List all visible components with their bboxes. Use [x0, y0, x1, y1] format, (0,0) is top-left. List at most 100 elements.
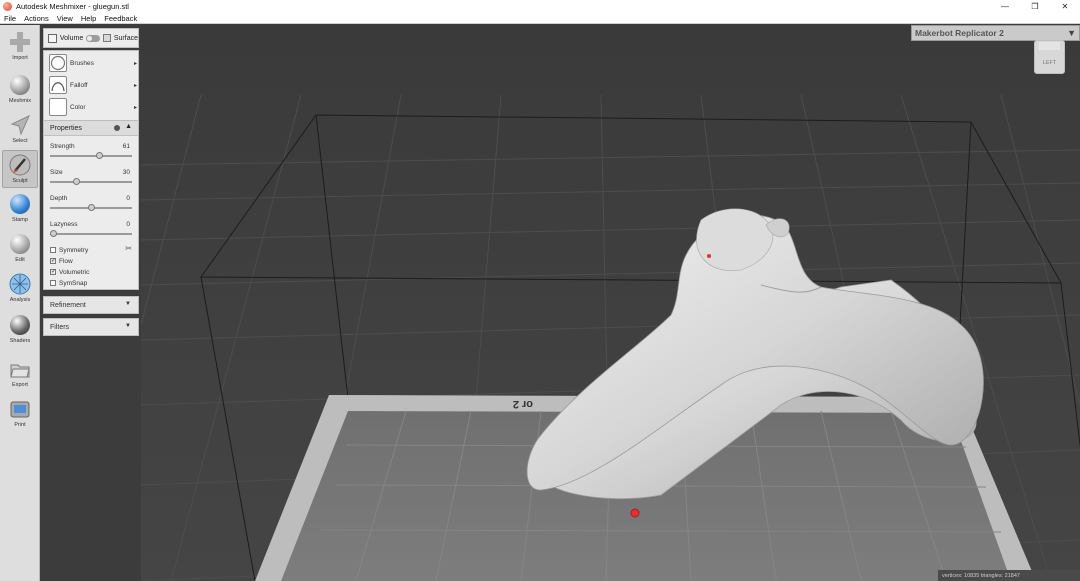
flow-checkbox[interactable]: ✓ Flow	[50, 256, 73, 266]
print-icon	[9, 398, 31, 420]
refinement-title: Refinement	[50, 301, 86, 309]
tool-shaders[interactable]: Shaders	[2, 311, 38, 349]
checkbox[interactable]: ✓	[50, 258, 56, 264]
view-cube-label: LEFT	[1042, 60, 1057, 66]
tool-sculpt[interactable]: Sculpt	[2, 150, 38, 188]
volume-surface-toggle: Volume Surface	[43, 28, 139, 48]
color-row[interactable]: Color ▸	[49, 97, 137, 117]
strength-track[interactable]	[50, 152, 132, 159]
tool-import[interactable]: Import	[2, 28, 38, 66]
sculpt-brush-icon	[9, 154, 31, 176]
depth-track[interactable]	[50, 204, 132, 211]
meshmix-icon	[9, 74, 31, 96]
depth-label: Depth	[50, 195, 68, 202]
properties-panel: Properties ▲ Strength 61 Size 30 Depth 0…	[43, 120, 139, 290]
3d-viewport[interactable]: or 2	[141, 25, 1080, 581]
properties-header[interactable]: Properties ▲	[44, 121, 138, 136]
volume-label[interactable]: Volume	[60, 35, 83, 42]
surface-label[interactable]: Surface	[114, 35, 138, 42]
tool-label: Stamp	[12, 217, 28, 223]
volume-cube-icon	[48, 33, 57, 43]
gear-icon[interactable]	[114, 125, 120, 131]
depth-slider: Depth 0	[50, 195, 134, 211]
depth-knob[interactable]	[87, 204, 95, 211]
chevron-down-icon: ▼	[125, 301, 131, 307]
color-swatch	[49, 98, 67, 116]
view-cube[interactable]: LEFT	[1034, 40, 1065, 74]
chevron-right-icon: ▸	[133, 82, 137, 89]
brushes-row[interactable]: Brushes ▸	[49, 53, 137, 73]
size-knob[interactable]	[72, 178, 80, 185]
lazyness-knob[interactable]	[50, 230, 57, 237]
size-slider: Size 30	[50, 169, 134, 185]
properties-title: Properties	[50, 124, 82, 132]
edit-icon	[9, 233, 31, 255]
analysis-icon	[9, 273, 31, 295]
window-controls: — ❐ ✕	[990, 0, 1080, 13]
flow-label: Flow	[59, 257, 73, 265]
printer-dropdown[interactable]: Makerbot Replicator 2 ▼	[911, 25, 1080, 41]
checkbox[interactable]: ✓	[50, 269, 56, 275]
view-cube-top-face[interactable]	[1039, 42, 1060, 50]
mode-switch[interactable]	[86, 34, 100, 42]
printer-name: Makerbot Replicator 2	[915, 28, 1004, 38]
strength-slider: Strength 61	[50, 143, 134, 159]
size-track[interactable]	[50, 178, 132, 185]
chevron-right-icon: ▸	[133, 60, 137, 67]
menu-file[interactable]: File	[0, 14, 20, 23]
filters-panel-header[interactable]: Filters ▼	[43, 318, 139, 336]
sculpt-panel: Volume Surface Brushes ▸ Falloff ▸ Color…	[41, 25, 140, 581]
strength-value: 61	[122, 143, 130, 150]
plus-icon	[9, 31, 31, 53]
volumetric-checkbox[interactable]: ✓ Volumetric	[50, 267, 89, 277]
surface-square-icon	[102, 34, 111, 42]
falloff-label: Falloff	[70, 81, 88, 89]
select-arrow-icon	[9, 114, 31, 136]
meshmixer-app-icon	[3, 2, 12, 11]
tool-label: Print	[14, 422, 26, 428]
symmetry-label: Symmetry	[59, 246, 89, 254]
tool-meshmix[interactable]: Meshmix	[2, 71, 38, 109]
tool-select[interactable]: Select	[2, 111, 38, 149]
tool-label: Meshmix	[8, 98, 31, 104]
symsnap-checkbox[interactable]: SymSnap	[50, 278, 87, 288]
title-bar: Autodesk Meshmixer - gluegun.stl — ❐ ✕	[0, 0, 1080, 13]
strength-knob[interactable]	[95, 152, 103, 159]
tool-label: Edit	[15, 257, 25, 263]
export-folder-icon	[9, 358, 31, 380]
brushes-label: Brushes	[70, 59, 94, 67]
menu-view[interactable]: View	[53, 14, 77, 23]
menu-actions[interactable]: Actions	[20, 14, 53, 23]
color-label: Color	[70, 103, 86, 111]
lazyness-track[interactable]	[50, 230, 132, 237]
brush-cursor	[707, 254, 711, 258]
menu-bar: File Actions View Help Feedback	[0, 13, 1080, 24]
menu-feedback[interactable]: Feedback	[100, 14, 141, 23]
menu-help[interactable]: Help	[77, 14, 100, 23]
close-button[interactable]: ✕	[1050, 0, 1080, 13]
refinement-panel-header[interactable]: Refinement ▼	[43, 296, 139, 314]
pivot-point[interactable]	[630, 508, 640, 518]
tool-label: Shaders	[9, 338, 31, 344]
checkbox[interactable]	[50, 247, 56, 253]
chevron-right-icon: ▸	[133, 104, 137, 111]
symmetry-checkbox[interactable]: Symmetry	[50, 245, 88, 255]
window-title: Autodesk Meshmixer - gluegun.stl	[16, 2, 129, 11]
chevron-up-icon[interactable]: ▲	[125, 123, 132, 130]
maximize-button[interactable]: ❐	[1020, 0, 1050, 13]
tool-stamp[interactable]: Stamp	[2, 190, 38, 228]
falloff-thumbnail	[49, 76, 67, 94]
tool-label: Sculpt	[12, 178, 28, 184]
mesh-stats-status: vertices: 10835 triangles: 21847	[938, 570, 1080, 581]
chevron-down-icon: ▼	[125, 323, 131, 329]
tool-edit[interactable]: Edit	[2, 230, 38, 268]
minimize-button[interactable]: —	[990, 0, 1020, 13]
falloff-row[interactable]: Falloff ▸	[49, 75, 137, 95]
tool-print[interactable]: Print	[2, 395, 38, 433]
filters-title: Filters	[50, 323, 70, 331]
symmetry-tool-icon[interactable]: ✂	[125, 244, 132, 253]
tool-export[interactable]: Export	[2, 355, 38, 393]
checkbox[interactable]	[50, 280, 56, 286]
tool-analysis[interactable]: Analysis	[2, 270, 38, 308]
lazyness-slider: Lazyness 0	[50, 221, 134, 237]
